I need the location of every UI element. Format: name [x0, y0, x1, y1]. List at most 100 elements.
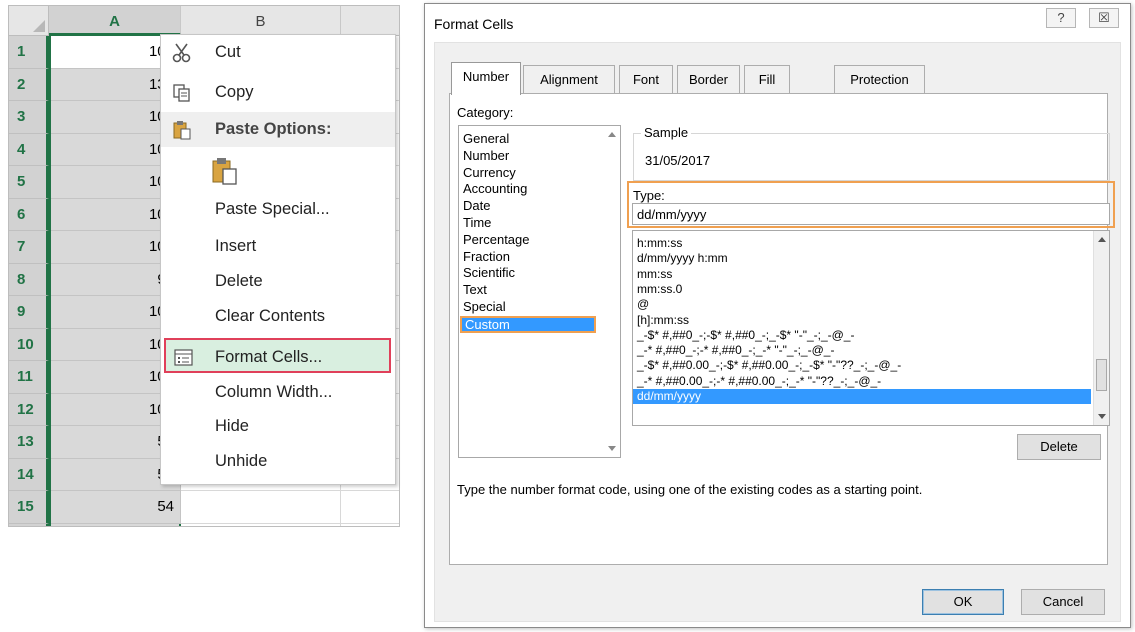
- format-code-item[interactable]: mm:ss: [637, 267, 672, 282]
- row-header[interactable]: 8: [9, 263, 49, 296]
- scroll-down-icon[interactable]: [608, 446, 616, 451]
- help-button[interactable]: ?: [1046, 8, 1076, 28]
- row-header[interactable]: 1: [9, 36, 49, 69]
- format-code-item[interactable]: h:mm:ss: [637, 236, 682, 251]
- tab-protection[interactable]: Protection: [834, 65, 925, 94]
- menu-item-copy[interactable]: Copy: [161, 75, 395, 110]
- category-label: Category:: [457, 105, 514, 120]
- hint-text: Type the number format code, using one o…: [457, 482, 923, 497]
- tab-number[interactable]: Number: [451, 62, 521, 95]
- select-all-corner[interactable]: [9, 6, 49, 36]
- category-item[interactable]: Currency: [463, 165, 516, 181]
- category-item[interactable]: General: [463, 131, 509, 147]
- category-item[interactable]: Number: [463, 148, 509, 164]
- menu-header-label: Paste Options:: [215, 120, 332, 138]
- menu-item-unhide[interactable]: Unhide: [161, 444, 395, 479]
- row-header[interactable]: 5: [9, 166, 49, 199]
- cancel-button[interactable]: Cancel: [1021, 589, 1105, 615]
- tab-border[interactable]: Border: [677, 65, 740, 94]
- row-header[interactable]: 15: [9, 491, 49, 524]
- sample-value: 31/05/2017: [645, 153, 711, 168]
- scroll-up-icon[interactable]: [1098, 237, 1106, 242]
- format-code-item[interactable]: _-$* #,##0_-;-$* #,##0_-;_-$* "-"_-;_-@_…: [637, 328, 854, 343]
- format-code-list[interactable]: h:mm:ss d/mm/yyyy h:mm mm:ss mm:ss.0 @ [h]:mm…: [632, 230, 1110, 426]
- scroll-down-icon[interactable]: [1098, 414, 1106, 419]
- cell-a[interactable]: 54: [49, 491, 181, 524]
- ok-button[interactable]: OK: [922, 589, 1004, 615]
- format-code-item[interactable]: _-* #,##0.00_-;-* #,##0.00_-;_-* "-"??_-…: [637, 374, 881, 389]
- menu-item-column-width[interactable]: Column Width...: [161, 375, 395, 410]
- row-header[interactable]: 12: [9, 393, 49, 426]
- menu-item-label: Copy: [215, 83, 254, 101]
- menu-item-label: Unhide: [215, 452, 268, 470]
- menu-item-insert[interactable]: Insert: [161, 229, 395, 264]
- cell-b[interactable]: [181, 491, 341, 524]
- row-header[interactable]: 13: [9, 426, 49, 459]
- format-code-item[interactable]: _-* #,##0_-;-* #,##0_-;_-* "-"_-;_-@_-: [637, 343, 834, 358]
- menu-item-label: Column Width...: [215, 383, 333, 401]
- format-code-item[interactable]: dd/mm/yyyy: [633, 389, 1091, 404]
- close-button[interactable]: ☒: [1089, 8, 1119, 28]
- menu-item-cut[interactable]: Cut: [161, 35, 395, 70]
- scroll-up-icon[interactable]: [608, 132, 616, 137]
- row-header[interactable]: 14: [9, 458, 49, 491]
- cell-b[interactable]: 50042: [181, 523, 341, 526]
- menu-item-paste-special[interactable]: Paste Special...: [161, 192, 395, 227]
- menu-item-label: Hide: [215, 417, 249, 435]
- scroll-thumb[interactable]: [1096, 359, 1107, 391]
- format-cells-dialog: Format Cells ? ☒ Number Alignment Font B…: [424, 3, 1131, 628]
- cell-c[interactable]: [341, 491, 399, 524]
- tab-alignment[interactable]: Alignment: [523, 65, 615, 94]
- menu-item-delete[interactable]: Delete: [161, 264, 395, 299]
- row-header[interactable]: 6: [9, 198, 49, 231]
- category-item[interactable]: Scientific: [463, 265, 515, 281]
- menu-item-label: Paste Special...: [215, 200, 330, 218]
- category-scrollbar[interactable]: [604, 126, 620, 457]
- format-code-item[interactable]: [h]:mm:ss: [637, 313, 689, 328]
- row-header[interactable]: 11: [9, 361, 49, 394]
- category-item[interactable]: Fraction: [463, 249, 510, 265]
- format-code-item[interactable]: d/mm/yyyy h:mm: [637, 251, 728, 266]
- cell-a[interactable]: 1197: [49, 523, 181, 526]
- menu-item-hide[interactable]: Hide: [161, 409, 395, 444]
- delete-button[interactable]: Delete: [1017, 434, 1101, 460]
- tab-font[interactable]: Font: [619, 65, 673, 94]
- clipboard-icon: [171, 119, 193, 141]
- dialog-titlebar[interactable]: Format Cells ? ☒: [425, 4, 1130, 42]
- copy-icon: [171, 82, 193, 104]
- format-code-item[interactable]: _-$* #,##0.00_-;-$* #,##0.00_-;_-$* "-"?…: [637, 358, 901, 373]
- tab-fill[interactable]: Fill: [744, 65, 790, 94]
- format-cells-icon: [173, 347, 195, 369]
- category-item[interactable]: Date: [463, 198, 490, 214]
- menu-item-label: Format Cells...: [215, 348, 323, 366]
- scissors-icon: [171, 42, 193, 64]
- column-header-a[interactable]: A: [49, 6, 181, 36]
- column-header-c[interactable]: [341, 6, 399, 36]
- format-list-scrollbar[interactable]: [1093, 231, 1109, 425]
- category-item[interactable]: Percentage: [463, 232, 530, 248]
- cell-c[interactable]: 11,: [341, 524, 399, 527]
- row-header[interactable]: 9: [9, 296, 49, 329]
- row-header[interactable]: 7: [9, 231, 49, 264]
- dialog-title: Format Cells: [434, 16, 514, 32]
- menu-item-format-cells[interactable]: Format Cells...: [164, 338, 391, 373]
- row-header[interactable]: 3: [9, 101, 49, 134]
- column-header-b[interactable]: B: [181, 6, 341, 36]
- paste-button[interactable]: [161, 150, 395, 192]
- row-header[interactable]: 4: [9, 133, 49, 166]
- category-item[interactable]: Special: [463, 299, 506, 315]
- category-item[interactable]: Custom: [460, 315, 596, 333]
- row-header[interactable]: 2: [9, 68, 49, 101]
- menu-item-label: Cut: [215, 43, 241, 61]
- row-header[interactable]: 10: [9, 328, 49, 361]
- format-code-item[interactable]: @: [637, 297, 649, 312]
- category-item[interactable]: Accounting: [463, 181, 527, 197]
- context-menu: Cut Copy Paste Options: Paste Special...…: [160, 34, 396, 485]
- category-item[interactable]: Time: [463, 215, 491, 231]
- category-list[interactable]: General Number Currency Accounting Date Time P…: [458, 125, 621, 458]
- row-header[interactable]: 16: [9, 523, 49, 526]
- category-item[interactable]: Text: [463, 282, 487, 298]
- type-input[interactable]: [632, 203, 1110, 225]
- format-code-item[interactable]: mm:ss.0: [637, 282, 682, 297]
- menu-item-clear-contents[interactable]: Clear Contents: [161, 299, 395, 334]
